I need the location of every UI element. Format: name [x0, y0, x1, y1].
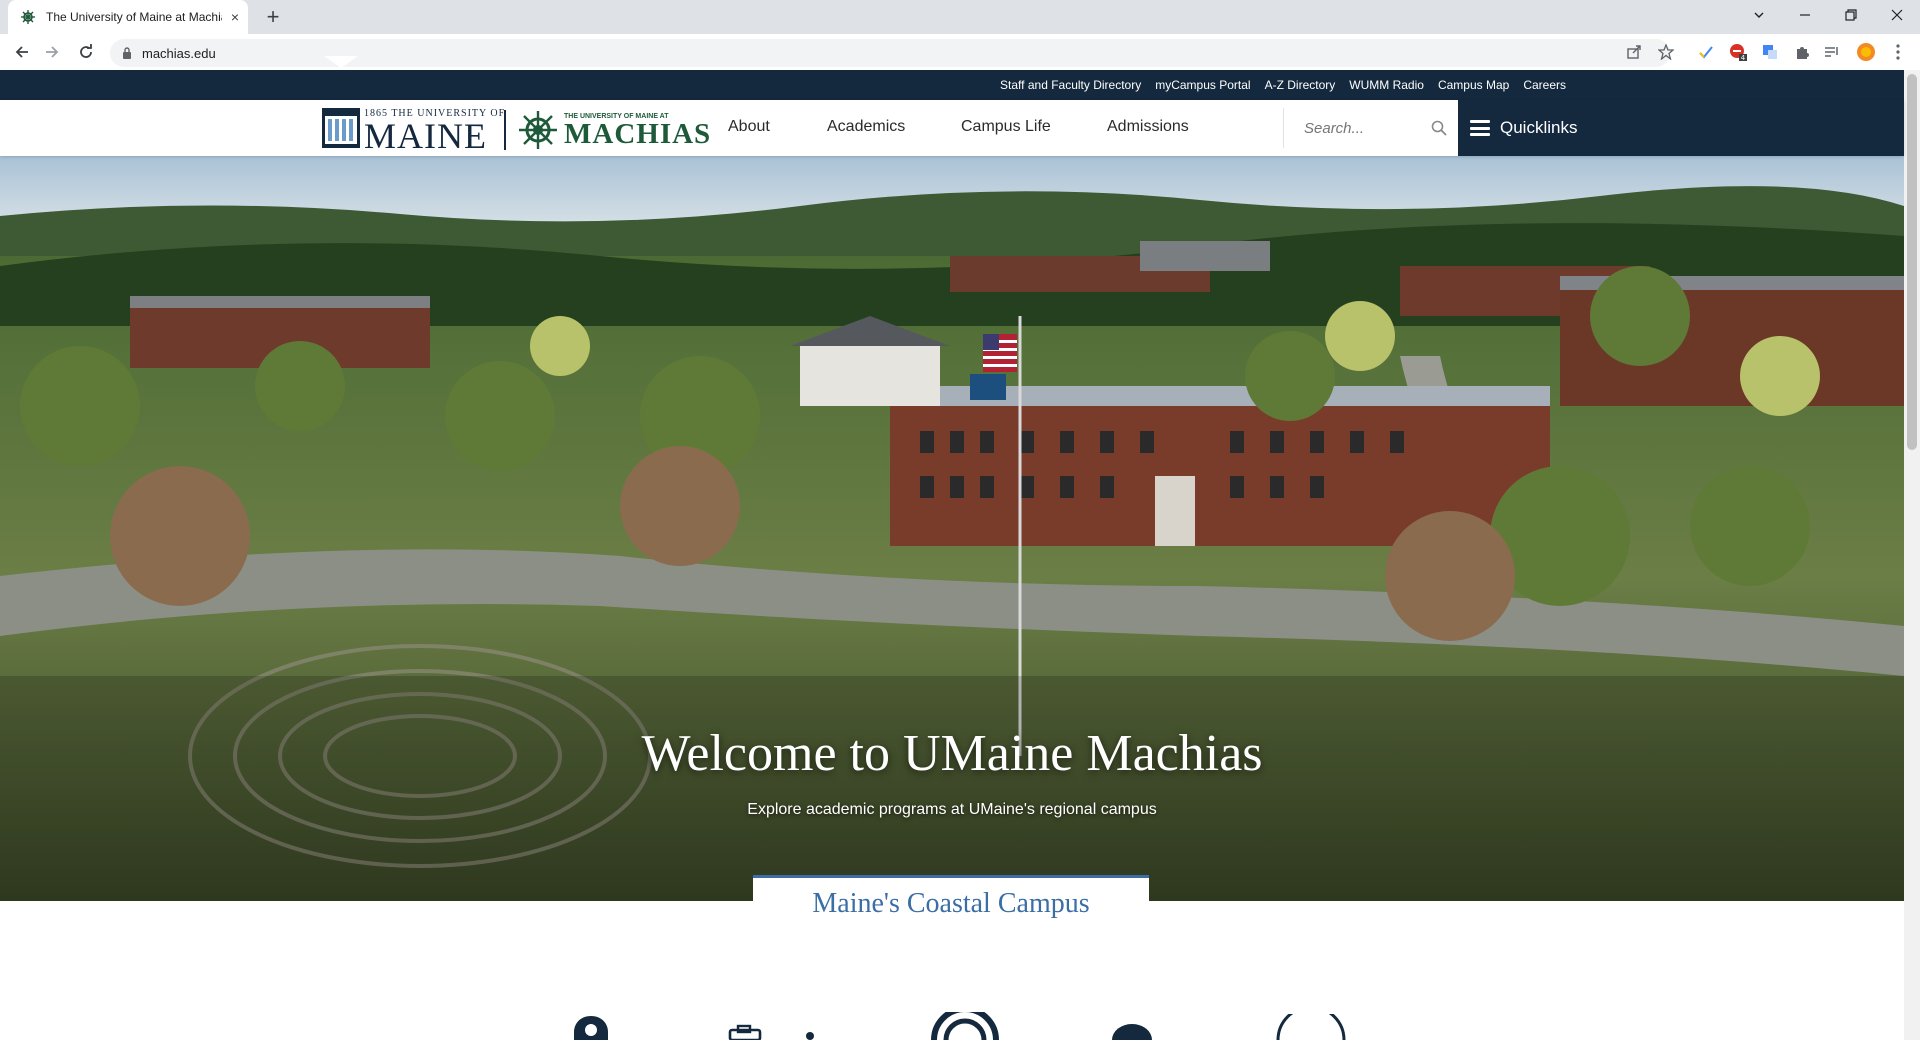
wheel-favicon-icon: [20, 9, 36, 25]
url-text: machias.edu: [142, 45, 216, 61]
utility-link-campus-map[interactable]: Campus Map: [1438, 78, 1509, 92]
new-tab-button[interactable]: +: [260, 4, 286, 30]
page-scrollbar[interactable]: [1904, 70, 1920, 1040]
machias-logo-wordmark: MACHIAS: [564, 117, 712, 150]
quicklinks-button[interactable]: Quicklinks: [1458, 100, 1904, 156]
site-search: [1283, 108, 1458, 148]
campus-aerial-photo: [0, 156, 1904, 901]
search-input[interactable]: [1302, 118, 1422, 138]
extension-check-icon[interactable]: [1696, 42, 1716, 62]
utility-link-wumm-radio[interactable]: WUMM Radio: [1349, 78, 1424, 92]
close-window-icon[interactable]: [1874, 0, 1920, 30]
machias-logo[interactable]: THE UNIVERSITY OF MAINE AT MACHIAS: [518, 108, 711, 152]
utility-nav: Staff and Faculty Directory myCampus Por…: [0, 70, 1904, 100]
feature-icons-row: [0, 1005, 1904, 1042]
camera-icon[interactable]: [728, 1024, 818, 1045]
nav-about[interactable]: About: [728, 118, 770, 136]
utility-link-mycampus-portal[interactable]: myCampus Portal: [1155, 78, 1250, 92]
main-nav: 1865 THE UNIVERSITY OF MAINE THE UNIVERS…: [0, 100, 1904, 156]
profile-avatar-icon[interactable]: [1856, 42, 1876, 62]
hero-banner: Welcome to UMaine Machias Explore academ…: [0, 156, 1904, 901]
quicklinks-label: Quicklinks: [1500, 118, 1578, 137]
location-icon[interactable]: [564, 1014, 618, 1045]
browser-tab[interactable]: The University of Maine at Machias ×: [8, 0, 248, 34]
maine-logo-wordmark: MAINE: [364, 116, 487, 156]
restore-icon[interactable]: [1828, 0, 1874, 30]
hamburger-icon: [1470, 120, 1490, 136]
bookmark-star-icon[interactable]: [1656, 42, 1676, 62]
tab-search-icon[interactable]: [1736, 0, 1782, 30]
nav-academics[interactable]: Academics: [827, 118, 905, 136]
maine-shield-icon: [322, 108, 360, 156]
globe-icon[interactable]: [1274, 1005, 1348, 1045]
coastal-campus-tab: Maine's Coastal Campus: [753, 875, 1149, 930]
utility-link-az-directory[interactable]: A-Z Directory: [1265, 78, 1336, 92]
scrollbar-thumb[interactable]: [1907, 74, 1917, 450]
reading-list-icon[interactable]: [1822, 42, 1842, 62]
person-icon[interactable]: [1110, 1022, 1154, 1045]
reload-icon[interactable]: [74, 40, 98, 64]
coastal-campus-label: Maine's Coastal Campus: [812, 888, 1090, 919]
extensions-puzzle-icon[interactable]: [1792, 42, 1812, 62]
translate-extension-icon[interactable]: [1760, 42, 1780, 62]
logo-notch: [324, 56, 358, 68]
menu-kebab-icon[interactable]: [1888, 42, 1908, 62]
close-tab-icon[interactable]: ×: [226, 9, 244, 25]
hero-subtitle: Explore academic programs at UMaine's re…: [747, 801, 1157, 818]
forward-icon[interactable]: [40, 40, 64, 64]
ships-wheel-icon: [518, 110, 558, 150]
adblock-extension-icon[interactable]: 4: [1728, 42, 1748, 62]
hero-title: Welcome to UMaine Machias: [641, 725, 1263, 782]
browser-tabstrip: The University of Maine at Machias × +: [0, 0, 1920, 34]
share-icon[interactable]: [1624, 42, 1644, 62]
utility-link-staff-directory[interactable]: Staff and Faculty Directory: [1000, 78, 1141, 92]
umaine-logo[interactable]: 1865 THE UNIVERSITY OF MAINE: [322, 108, 504, 156]
search-icon[interactable]: [1430, 119, 1448, 137]
tab-title: The University of Maine at Machias: [46, 10, 222, 24]
logo-divider: [504, 110, 506, 150]
svg-text:4: 4: [1741, 54, 1746, 61]
browser-toolbar: machias.edu 4: [0, 34, 1920, 71]
nav-campus-life[interactable]: Campus Life: [961, 118, 1051, 136]
back-icon[interactable]: [10, 40, 34, 64]
radio-icon[interactable]: [930, 1006, 1000, 1045]
nav-admissions[interactable]: Admissions: [1107, 118, 1189, 136]
lock-icon: [120, 46, 134, 60]
utility-link-careers[interactable]: Careers: [1523, 78, 1566, 92]
minimize-icon[interactable]: [1782, 0, 1828, 30]
